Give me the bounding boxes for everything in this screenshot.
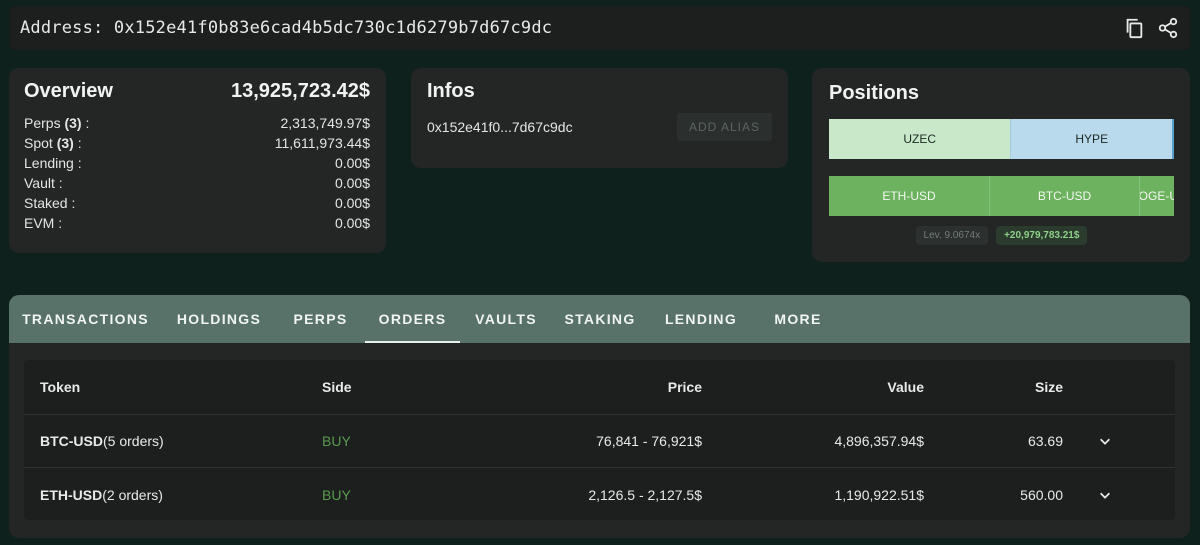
tab-staking[interactable]: STAKING: [552, 295, 648, 343]
infos-card: Infos 0x152e41f0...7d67c9dc ADD ALIAS: [411, 68, 788, 168]
order-value: 1,190,922.51$: [834, 486, 924, 503]
order-token: ETH-USD(2 orders): [40, 486, 163, 503]
chevron-down-icon[interactable]: [1097, 433, 1113, 449]
order-side: BUY: [322, 486, 351, 503]
header-price: Price: [667, 379, 702, 395]
spot-positions-bar: UZEC HYPE: [829, 119, 1174, 159]
share-icon[interactable]: [1156, 16, 1180, 40]
position-btc-usd[interactable]: BTC-USD: [990, 176, 1140, 216]
pnl-badge: +20,979,783.21$: [996, 226, 1088, 245]
perp-positions-bar: ETH-USD BTC-USD DOGE-USD: [829, 176, 1174, 216]
copy-icon[interactable]: [1122, 16, 1146, 40]
overview-value: 2,313,749.97$: [280, 115, 370, 131]
overview-total: 13,925,723.42$: [230, 80, 370, 102]
overview-title: Overview: [24, 80, 113, 102]
position-eth-usd[interactable]: ETH-USD: [829, 176, 990, 216]
position-hype[interactable]: HYPE: [1010, 119, 1172, 159]
header-token: Token: [40, 379, 81, 395]
position-uzec[interactable]: UZEC: [829, 119, 1011, 159]
header-side: Side: [322, 379, 352, 395]
tab-holdings[interactable]: HOLDINGS: [162, 295, 276, 343]
address-display: Address: 0x152e41f0b83e6cad4b5dc730c1d62…: [20, 18, 553, 38]
order-token: BTC-USD(5 orders): [40, 433, 164, 449]
order-price: 2,126.5 - 2,127.5$: [588, 486, 702, 503]
overview-value: 0.00$: [334, 155, 370, 171]
overview-value: 0.00$: [334, 215, 370, 231]
address-bar: Address: 0x152e41f0b83e6cad4b5dc730c1d62…: [10, 6, 1190, 50]
overview-header: Overview 13,925,723.42$: [24, 80, 370, 103]
infos-title: Infos: [427, 80, 475, 102]
tab-bar: TRANSACTIONS HOLDINGS PERPS ORDERS VAULT…: [9, 295, 1190, 343]
position-badges: Lev. 9.0674x +20,979,783.21$: [829, 226, 1174, 245]
tab-perps[interactable]: PERPS: [276, 295, 365, 343]
overview-row-vault: Vault : 0.00$: [24, 175, 370, 191]
add-alias-button[interactable]: ADD ALIAS: [676, 113, 772, 141]
overview-value: 11,611,973.44$: [274, 135, 370, 151]
address-actions: [1122, 16, 1180, 40]
tab-vaults[interactable]: VAULTS: [460, 295, 552, 343]
overview-value: 0.00$: [334, 195, 370, 211]
position-edge: [1172, 119, 1174, 159]
overview-rows: Perps (3) : 2,313,749.97$ Spot (3) : 11,…: [24, 113, 370, 233]
positions-card: Positions UZEC HYPE ETH-USD BTC-USD DOGE…: [812, 68, 1190, 262]
order-size: 63.69: [1027, 433, 1063, 449]
overview-value: 0.00$: [334, 175, 370, 191]
table-row[interactable]: BTC-USD(5 orders) BUY 76,841 - 76,921$ 4…: [24, 415, 1175, 468]
overview-row-evm: EVM : 0.00$: [24, 215, 370, 231]
tabs-panel: TRANSACTIONS HOLDINGS PERPS ORDERS VAULT…: [9, 295, 1190, 538]
order-side: BUY: [322, 433, 351, 449]
chevron-down-icon[interactable]: [1097, 487, 1113, 503]
tab-orders[interactable]: ORDERS: [365, 295, 460, 343]
overview-card: Overview 13,925,723.42$ Perps (3) : 2,31…: [9, 68, 386, 253]
header-value: Value: [887, 379, 924, 395]
overview-row-perps: Perps (3) : 2,313,749.97$: [24, 115, 370, 131]
overview-row-lending: Lending : 0.00$: [24, 155, 370, 171]
table-header: Token Side Price Value Size: [24, 360, 1175, 415]
overview-row-staked: Staked : 0.00$: [24, 195, 370, 211]
overview-row-spot: Spot (3) : 11,611,973.44$: [24, 135, 370, 151]
order-value: 4,896,357.94$: [834, 433, 924, 449]
tab-transactions[interactable]: TRANSACTIONS: [9, 295, 162, 343]
leverage-badge: Lev. 9.0674x: [915, 226, 989, 245]
orders-table: Token Side Price Value Size BTC-USD(5 or…: [24, 360, 1175, 520]
infos-row: 0x152e41f0...7d67c9dc ADD ALIAS: [427, 113, 772, 141]
short-address: 0x152e41f0...7d67c9dc: [427, 119, 573, 135]
position-doge-usd[interactable]: DOGE-USD: [1140, 176, 1174, 216]
order-size: 560.00: [1020, 486, 1063, 503]
tab-more[interactable]: MORE: [754, 295, 842, 343]
tab-lending[interactable]: LENDING: [648, 295, 754, 343]
header-size: Size: [1034, 379, 1063, 395]
table-row[interactable]: ETH-USD(2 orders) BUY 2,126.5 - 2,127.5$…: [24, 468, 1175, 521]
order-price: 76,841 - 76,921$: [596, 433, 702, 449]
positions-title: Positions: [829, 82, 920, 104]
